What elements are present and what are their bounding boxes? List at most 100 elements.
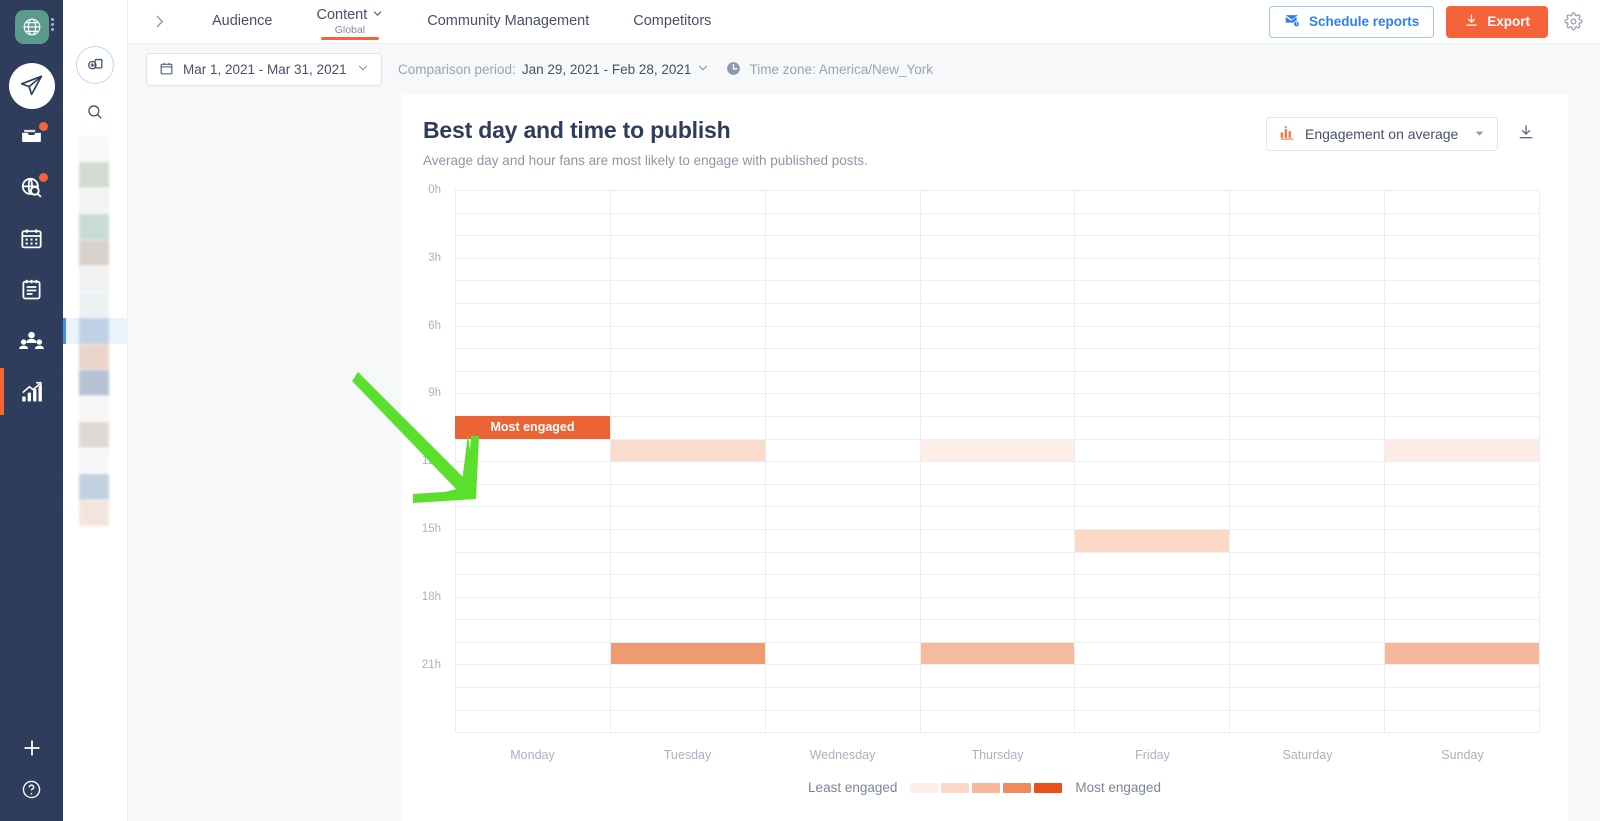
heatmap-cell[interactable] bbox=[1075, 598, 1230, 621]
heatmap-cell[interactable] bbox=[1385, 485, 1540, 508]
heatmap-cell[interactable] bbox=[921, 372, 1076, 395]
heatmap-cell[interactable] bbox=[611, 485, 766, 508]
heatmap-cell[interactable] bbox=[766, 553, 921, 576]
heatmap-cell[interactable] bbox=[921, 575, 1076, 598]
heatmap-cell[interactable] bbox=[921, 711, 1076, 734]
heatmap-cell[interactable] bbox=[921, 191, 1076, 214]
date-range-picker[interactable]: Mar 1, 2021 - Mar 31, 2021 bbox=[146, 53, 382, 86]
heatmap-cell[interactable] bbox=[766, 598, 921, 621]
heatmap-cell[interactable] bbox=[1230, 507, 1385, 530]
heatmap-cell[interactable] bbox=[766, 417, 921, 440]
heatmap-cell[interactable] bbox=[456, 485, 611, 508]
heatmap-cell[interactable] bbox=[611, 372, 766, 395]
heatmap-cell[interactable] bbox=[456, 665, 611, 688]
heatmap-cell[interactable] bbox=[1075, 688, 1230, 711]
heatmap-cell[interactable] bbox=[456, 236, 611, 259]
heatmap-cell[interactable] bbox=[1075, 394, 1230, 417]
heatmap-cell[interactable] bbox=[766, 327, 921, 350]
heatmap-cell[interactable] bbox=[456, 553, 611, 576]
heatmap-cell[interactable] bbox=[1385, 394, 1540, 417]
profile-list-item[interactable] bbox=[63, 266, 128, 292]
heatmap-cell[interactable] bbox=[1075, 553, 1230, 576]
heatmap-cell[interactable] bbox=[456, 372, 611, 395]
heatmap-cell[interactable] bbox=[1385, 507, 1540, 530]
heatmap-cell[interactable] bbox=[921, 236, 1076, 259]
heatmap-cell[interactable] bbox=[1230, 530, 1385, 553]
gear-icon[interactable] bbox=[1560, 9, 1586, 35]
export-button[interactable]: Export bbox=[1446, 6, 1548, 38]
heatmap-cell[interactable] bbox=[1230, 372, 1385, 395]
heatmap-cell[interactable] bbox=[766, 236, 921, 259]
heatmap-cell[interactable] bbox=[1075, 711, 1230, 734]
heatmap-cell[interactable] bbox=[456, 462, 611, 485]
heatmap-cell[interactable] bbox=[1230, 191, 1385, 214]
heatmap-cell[interactable] bbox=[1075, 281, 1230, 304]
heatmap-cell[interactable] bbox=[766, 688, 921, 711]
heatmap-cell[interactable] bbox=[1385, 598, 1540, 621]
sidebar-item-publish[interactable] bbox=[0, 60, 63, 111]
heatmap-cell[interactable] bbox=[456, 327, 611, 350]
heatmap-cell[interactable] bbox=[1230, 440, 1385, 463]
comparison-period[interactable]: Comparison period: Jan 29, 2021 - Feb 28… bbox=[398, 62, 709, 77]
profile-list-item[interactable] bbox=[63, 136, 128, 162]
add-profile-icon[interactable] bbox=[76, 46, 114, 84]
heatmap-cell[interactable] bbox=[1385, 281, 1540, 304]
heatmap-cell[interactable] bbox=[1075, 665, 1230, 688]
heatmap-cell[interactable] bbox=[766, 281, 921, 304]
profile-list-item[interactable] bbox=[63, 240, 128, 266]
heatmap-cell[interactable] bbox=[1075, 417, 1230, 440]
kebab-menu-icon[interactable] bbox=[51, 18, 54, 31]
heatmap-cell[interactable] bbox=[766, 394, 921, 417]
heatmap-cell[interactable] bbox=[611, 711, 766, 734]
heatmap-cell[interactable] bbox=[611, 507, 766, 530]
heatmap-cell[interactable] bbox=[611, 236, 766, 259]
heatmap-cell[interactable] bbox=[766, 620, 921, 643]
heatmap-cell[interactable] bbox=[921, 485, 1076, 508]
heatmap-cell[interactable] bbox=[766, 372, 921, 395]
heatmap-cell[interactable] bbox=[1075, 372, 1230, 395]
profile-list-item[interactable] bbox=[63, 214, 128, 240]
heatmap-cell[interactable] bbox=[766, 349, 921, 372]
heatmap-cell[interactable] bbox=[611, 327, 766, 350]
heatmap-cell[interactable] bbox=[1075, 304, 1230, 327]
heatmap-cell[interactable] bbox=[456, 688, 611, 711]
heatmap-cell[interactable] bbox=[456, 349, 611, 372]
sidebar-item-listening[interactable] bbox=[0, 162, 63, 213]
heatmap-cell[interactable] bbox=[1230, 327, 1385, 350]
sidebar-item-inbox[interactable] bbox=[0, 111, 63, 162]
heatmap-cell[interactable] bbox=[456, 191, 611, 214]
heatmap-cell[interactable] bbox=[1385, 191, 1540, 214]
tab-content[interactable]: ContentGlobal bbox=[294, 0, 405, 44]
heatmap-cell[interactable] bbox=[1385, 530, 1540, 553]
heatmap-cell[interactable] bbox=[766, 191, 921, 214]
profile-list-item[interactable] bbox=[63, 292, 128, 318]
profile-list-item[interactable] bbox=[63, 188, 128, 214]
sidebar-item-calendar[interactable] bbox=[0, 213, 63, 264]
heatmap-cell[interactable] bbox=[1230, 711, 1385, 734]
heatmap-cell[interactable] bbox=[456, 281, 611, 304]
heatmap-cell[interactable] bbox=[921, 598, 1076, 621]
heatmap-cell[interactable] bbox=[1230, 259, 1385, 282]
heatmap-cell[interactable] bbox=[766, 711, 921, 734]
heatmap-cell[interactable] bbox=[1385, 214, 1540, 237]
heatmap-cell[interactable] bbox=[1385, 711, 1540, 734]
heatmap-cell[interactable] bbox=[766, 530, 921, 553]
heatmap-cell[interactable] bbox=[1230, 417, 1385, 440]
metric-select[interactable]: Engagement on average bbox=[1266, 117, 1498, 151]
heatmap-cell[interactable] bbox=[1075, 643, 1230, 666]
profile-list-item[interactable] bbox=[63, 318, 128, 344]
heatmap-cell[interactable] bbox=[1230, 304, 1385, 327]
heatmap-cell[interactable] bbox=[611, 394, 766, 417]
heatmap-cell[interactable] bbox=[1230, 394, 1385, 417]
heatmap-cell[interactable] bbox=[611, 304, 766, 327]
heatmap-cell[interactable] bbox=[921, 304, 1076, 327]
chevron-right-icon[interactable] bbox=[128, 13, 190, 30]
heatmap-cell[interactable] bbox=[611, 440, 766, 463]
heatmap-cell[interactable] bbox=[766, 485, 921, 508]
download-chart-button[interactable] bbox=[1514, 122, 1538, 146]
search-icon[interactable] bbox=[81, 98, 109, 126]
heatmap-cell[interactable] bbox=[1075, 259, 1230, 282]
heatmap-cell[interactable] bbox=[921, 553, 1076, 576]
heatmap-cell[interactable] bbox=[1385, 575, 1540, 598]
heatmap-cell[interactable] bbox=[611, 643, 766, 666]
